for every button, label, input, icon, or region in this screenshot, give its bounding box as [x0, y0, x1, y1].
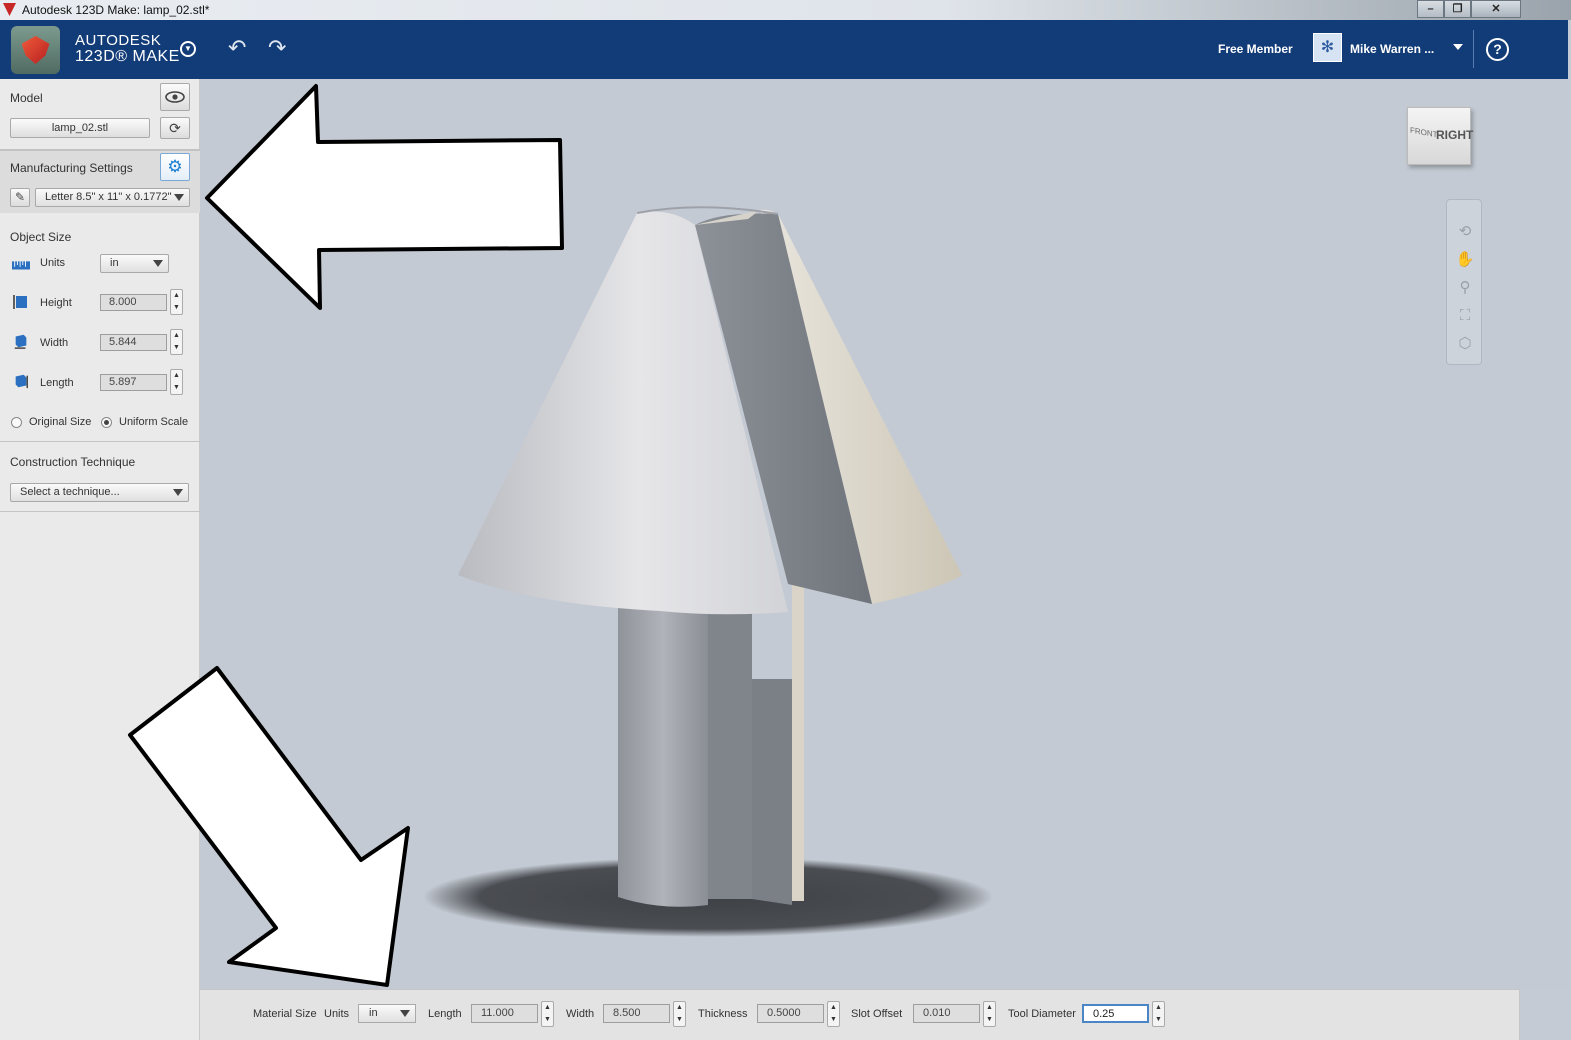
height-icon: [13, 295, 27, 309]
section-divider: [0, 511, 200, 512]
length-label: Length: [40, 377, 74, 389]
tool-diameter-field[interactable]: 0.25: [1082, 1004, 1149, 1023]
avatar[interactable]: ✻: [1313, 33, 1342, 62]
units-value: in: [110, 257, 119, 269]
lamp-model-render[interactable]: [200, 79, 1568, 989]
app-window-icon: [3, 3, 16, 16]
sheet-preset-value: Letter 8.5" x 11" x 0.1772": [45, 191, 172, 203]
material-units-select[interactable]: in: [358, 1004, 416, 1023]
edit-pencil-icon[interactable]: ✎: [10, 188, 30, 207]
height-field[interactable]: 8.000: [100, 294, 167, 311]
tool-diameter-stepper[interactable]: ▲ ▼: [1152, 1001, 1165, 1027]
technique-select[interactable]: Select a technique...: [10, 483, 189, 502]
material-units-label: Units: [324, 1008, 350, 1020]
redo-icon[interactable]: ↷: [268, 37, 286, 59]
brand-name: AUTODESK 123D® MAKE: [75, 33, 180, 65]
help-button[interactable]: ?: [1486, 38, 1509, 61]
section-divider: [0, 441, 200, 442]
original-size-radio[interactable]: [11, 417, 22, 428]
gear-icon[interactable]: ⚙: [160, 153, 190, 181]
lamp-pole-side: [708, 599, 752, 899]
view-cube-icon[interactable]: ⬡: [1455, 334, 1475, 354]
uniform-scale-label: Uniform Scale: [119, 416, 189, 428]
material-width-label: Width: [566, 1008, 595, 1020]
uniform-scale-radio[interactable]: [101, 417, 112, 428]
fit-icon[interactable]: ⛶: [1455, 306, 1475, 326]
chevron-down-icon: [174, 194, 184, 201]
slot-offset-field[interactable]: 0.010: [913, 1004, 980, 1023]
orbit-icon[interactable]: ⟲: [1455, 222, 1475, 242]
manufacturing-settings-section: Manufacturing Settings ⚙ ✎ Letter 8.5" x…: [0, 149, 200, 213]
user-menu-caret-icon[interactable]: [1453, 44, 1463, 50]
brand-line-2: 123D® MAKE: [75, 48, 180, 65]
view-cube-right-face[interactable]: RIGHT: [1436, 128, 1473, 142]
length-field[interactable]: 5.897: [100, 374, 167, 391]
refresh-icon[interactable]: ⟳: [160, 117, 190, 139]
3d-viewport[interactable]: FRONT RIGHT ⟲ ✋ ⚲ ⛶ ⬡: [200, 79, 1568, 989]
material-width-stepper[interactable]: ▲ ▼: [673, 1001, 686, 1027]
material-length-stepper[interactable]: ▲ ▼: [541, 1001, 554, 1027]
lamp-support-fin: [792, 579, 804, 901]
zoom-icon[interactable]: ⚲: [1455, 278, 1475, 298]
ruler-icon: [12, 261, 30, 270]
chevron-down-icon: [153, 260, 163, 267]
length-stepper[interactable]: ▲ ▼: [170, 369, 183, 395]
material-size-label: Material Size: [253, 1008, 317, 1020]
width-field[interactable]: 5.844: [100, 334, 167, 351]
material-length-label: Length: [428, 1008, 462, 1020]
width-stepper[interactable]: ▲ ▼: [170, 329, 183, 355]
length-icon: [15, 374, 28, 389]
navigation-toolbar: ⟲ ✋ ⚲ ⛶ ⬡: [1446, 199, 1482, 365]
brand-line-1: AUTODESK: [75, 32, 162, 49]
lamp-pole-inner: [752, 679, 792, 905]
height-label: Height: [40, 297, 72, 309]
slot-offset-label: Slot Offset: [851, 1008, 903, 1020]
app-header: AUTODESK 123D® MAKE ▼ ↶ ↷ Free Member ✻ …: [0, 20, 1568, 79]
construction-technique-title: Construction Technique: [10, 455, 136, 469]
tool-diameter-label: Tool Diameter: [1008, 1008, 1076, 1020]
thickness-field[interactable]: 0.5000: [757, 1004, 824, 1023]
eye-icon: [165, 91, 185, 103]
technique-placeholder: Select a technique...: [20, 486, 120, 498]
width-label: Width: [40, 337, 69, 349]
thickness-stepper[interactable]: ▲ ▼: [827, 1001, 840, 1027]
maximize-button[interactable]: ❐: [1444, 0, 1471, 18]
thickness-label: Thickness: [698, 1008, 748, 1020]
window-title: Autodesk 123D Make: lamp_02.stl*: [22, 3, 210, 17]
window-title-bar: Autodesk 123D Make: lamp_02.stl* – ❐ ✕: [0, 0, 1571, 20]
object-size-title: Object Size: [10, 230, 72, 244]
logo-icon: [21, 36, 50, 64]
visibility-toggle-button[interactable]: [160, 83, 190, 111]
window-controls: – ❐ ✕: [1417, 0, 1521, 20]
material-length-field[interactable]: 11.000: [471, 1004, 538, 1023]
membership-label[interactable]: Free Member: [1218, 42, 1293, 56]
left-panel: Model lamp_02.stl ⟳ Manufacturing Settin…: [0, 79, 200, 1040]
units-select[interactable]: in: [100, 254, 169, 273]
sheet-preset-select[interactable]: Letter 8.5" x 11" x 0.1772": [35, 188, 190, 207]
model-title: Model: [10, 91, 43, 105]
slot-offset-stepper[interactable]: ▲ ▼: [983, 1001, 996, 1027]
material-units-value: in: [369, 1007, 378, 1019]
original-size-label: Original Size: [29, 416, 92, 428]
material-width-field[interactable]: 8.500: [603, 1004, 670, 1023]
width-icon: [14, 334, 27, 349]
view-cube[interactable]: FRONT RIGHT: [1407, 107, 1473, 165]
view-cube-front-face[interactable]: FRONT: [1410, 126, 1438, 140]
app-logo: [11, 26, 60, 74]
material-settings-bar: Material Size Units in Length 11.000 ▲ ▼ …: [200, 989, 1520, 1040]
header-divider: [1473, 30, 1474, 68]
close-button[interactable]: ✕: [1471, 0, 1521, 18]
height-stepper[interactable]: ▲ ▼: [170, 289, 183, 315]
manufacturing-settings-title: Manufacturing Settings: [10, 161, 133, 175]
undo-icon[interactable]: ↶: [228, 37, 246, 59]
model-file-button[interactable]: lamp_02.stl: [10, 118, 150, 138]
lamp-pole: [618, 599, 708, 907]
app-menu-dropdown-icon[interactable]: ▼: [180, 41, 196, 57]
user-name[interactable]: Mike Warren ...: [1350, 42, 1434, 56]
chevron-down-icon: [173, 489, 183, 496]
pan-icon[interactable]: ✋: [1455, 250, 1475, 270]
minimize-button[interactable]: –: [1417, 0, 1444, 18]
chevron-down-icon: [400, 1010, 410, 1017]
units-label: Units: [40, 257, 66, 269]
